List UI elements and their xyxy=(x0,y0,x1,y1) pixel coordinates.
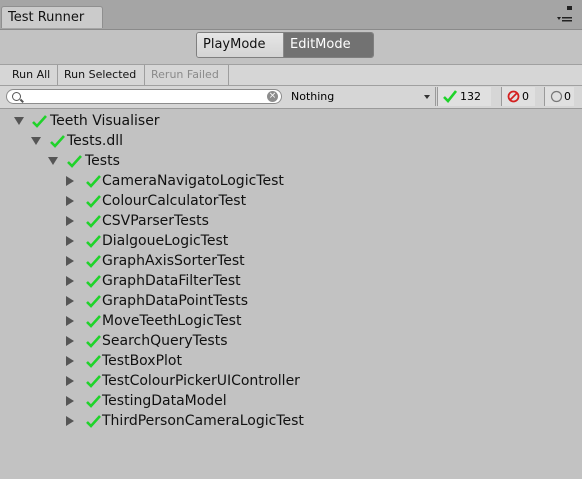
checkmark-icon xyxy=(86,195,101,208)
tree-node-label: Tests xyxy=(85,153,120,169)
tree-node-fixture[interactable]: MoveTeethLogicTest xyxy=(0,311,582,331)
run-all-button[interactable]: Run All xyxy=(8,65,58,85)
checkmark-icon xyxy=(443,90,457,103)
run-selected-button[interactable]: Run Selected xyxy=(60,65,145,85)
expand-arrow-icon[interactable] xyxy=(14,117,24,125)
tree-node-label: GraphAxisSorterTest xyxy=(102,253,245,269)
collapse-arrow-icon[interactable] xyxy=(66,376,74,386)
tree-node-label: TestBoxPlot xyxy=(102,353,182,369)
failed-filter-toggle[interactable]: 0 xyxy=(501,87,535,106)
tree-node-namespace[interactable]: Tests xyxy=(0,151,582,171)
tree-node-fixture[interactable]: GraphDataPointTests xyxy=(0,291,582,311)
tree-node-fixture[interactable]: CSVParserTests xyxy=(0,211,582,231)
tree-node-fixture[interactable]: GraphAxisSorterTest xyxy=(0,251,582,271)
failed-icon xyxy=(507,90,520,103)
checkmark-icon xyxy=(86,335,101,348)
checkmark-icon xyxy=(67,155,82,168)
skipped-count: 0 xyxy=(564,90,571,103)
test-tree: Teeth Visualiser Tests.dll Tests CameraN… xyxy=(0,110,582,479)
expand-arrow-icon[interactable] xyxy=(48,157,58,165)
tree-node-fixture[interactable]: ColourCalculatorTest xyxy=(0,191,582,211)
tree-node-label: DialgoueLogicTest xyxy=(102,233,229,249)
collapse-arrow-icon[interactable] xyxy=(66,336,74,346)
passed-count: 132 xyxy=(460,90,481,103)
filter-bar: × Nothing 132 0 0 xyxy=(0,86,582,109)
not-run-icon xyxy=(550,90,563,103)
collapse-arrow-icon[interactable] xyxy=(66,256,74,266)
checkmark-icon xyxy=(86,215,101,228)
tree-node-label: CameraNavigatoLogicTest xyxy=(102,173,284,189)
tab-bar: Test Runner xyxy=(0,0,582,30)
tree-node-fixture[interactable]: TestBoxPlot xyxy=(0,351,582,371)
tree-node-label: Teeth Visualiser xyxy=(50,113,160,129)
test-runner-window: Test Runner PlayMode EditMode Run All Ru… xyxy=(0,0,582,479)
checkmark-icon xyxy=(86,295,101,308)
tree-node-fixture[interactable]: SearchQueryTests xyxy=(0,331,582,351)
checkmark-icon xyxy=(32,115,47,128)
checkmark-icon xyxy=(50,135,65,148)
tree-node-assembly[interactable]: Tests.dll xyxy=(0,131,582,151)
search-field[interactable]: × xyxy=(6,89,282,104)
tree-node-fixture[interactable]: GraphDataFilterTest xyxy=(0,271,582,291)
tree-node-label: TestColourPickerUIController xyxy=(102,373,300,389)
checkmark-icon xyxy=(86,275,101,288)
tree-node-label: CSVParserTests xyxy=(102,213,209,229)
collapse-arrow-icon[interactable] xyxy=(66,216,74,226)
collapse-arrow-icon[interactable] xyxy=(66,296,74,306)
collapse-arrow-icon[interactable] xyxy=(66,196,74,206)
checkmark-icon xyxy=(86,175,101,188)
tree-node-fixture[interactable]: TestColourPickerUIController xyxy=(0,371,582,391)
expand-arrow-icon[interactable] xyxy=(31,137,41,145)
tree-node-fixture[interactable]: ThirdPersonCameraLogicTest xyxy=(0,411,582,431)
collapse-arrow-icon[interactable] xyxy=(66,416,74,426)
playmode-tab[interactable]: PlayMode xyxy=(197,33,284,57)
collapse-arrow-icon[interactable] xyxy=(66,316,74,326)
rerun-failed-button[interactable]: Rerun Failed xyxy=(147,65,229,85)
tree-node-label: GraphDataFilterTest xyxy=(102,273,241,289)
skipped-filter-toggle[interactable]: 0 xyxy=(544,87,574,106)
collapse-arrow-icon[interactable] xyxy=(66,396,74,406)
search-input[interactable] xyxy=(27,90,267,103)
tree-node-label: ThirdPersonCameraLogicTest xyxy=(102,413,304,429)
checkmark-icon xyxy=(86,395,101,408)
tree-node-label: MoveTeethLogicTest xyxy=(102,313,242,329)
tree-node-fixture[interactable]: DialgoueLogicTest xyxy=(0,231,582,251)
tab-test-runner[interactable]: Test Runner xyxy=(1,6,103,28)
mode-bar: PlayMode EditMode xyxy=(0,30,582,62)
passed-filter-toggle[interactable]: 132 xyxy=(437,87,491,106)
tree-node-root[interactable]: Teeth Visualiser xyxy=(0,111,582,131)
collapse-arrow-icon[interactable] xyxy=(66,356,74,366)
category-dropdown[interactable]: Nothing xyxy=(287,87,436,106)
tree-node-label: TestingDataModel xyxy=(102,393,227,409)
failed-count: 0 xyxy=(522,90,529,103)
tree-node-fixture[interactable]: TestingDataModel xyxy=(0,391,582,411)
dropdown-arrow-icon xyxy=(424,95,430,99)
checkmark-icon xyxy=(86,355,101,368)
search-icon xyxy=(12,92,21,101)
tree-node-label: ColourCalculatorTest xyxy=(102,193,247,209)
collapse-arrow-icon[interactable] xyxy=(66,176,74,186)
lock-and-menu-icon xyxy=(557,6,572,22)
checkmark-icon xyxy=(86,235,101,248)
tree-node-label: GraphDataPointTests xyxy=(102,293,248,309)
editmode-tab[interactable]: EditMode xyxy=(284,33,373,57)
tree-node-label: Tests.dll xyxy=(67,133,123,149)
category-dropdown-value: Nothing xyxy=(291,90,335,103)
mode-toggle: PlayMode EditMode xyxy=(196,32,374,58)
tree-node-fixture[interactable]: CameraNavigatoLogicTest xyxy=(0,171,582,191)
checkmark-icon xyxy=(86,415,101,428)
clear-search-icon[interactable]: × xyxy=(267,91,278,102)
checkmark-icon xyxy=(86,315,101,328)
toolbar: Run All Run Selected Rerun Failed xyxy=(0,64,582,86)
collapse-arrow-icon[interactable] xyxy=(66,236,74,246)
tree-node-label: SearchQueryTests xyxy=(102,333,228,349)
window-menu-icon[interactable] xyxy=(556,4,576,26)
collapse-arrow-icon[interactable] xyxy=(66,276,74,286)
checkmark-icon xyxy=(86,375,101,388)
checkmark-icon xyxy=(86,255,101,268)
